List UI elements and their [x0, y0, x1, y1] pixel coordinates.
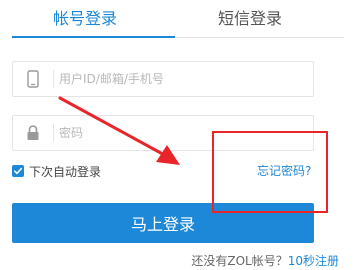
password-field-separator	[53, 124, 54, 142]
register-question: 还没有ZOL帐号？	[191, 254, 288, 268]
username-field-separator	[53, 70, 54, 88]
register-row: 还没有ZOL帐号？10秒注册	[191, 252, 339, 269]
username-field	[12, 61, 314, 97]
phone-icon	[13, 62, 53, 96]
lock-icon	[13, 116, 53, 150]
tab-sms-login-label: 短信登录	[217, 9, 282, 28]
remember-label: 下次自动登录	[29, 164, 102, 179]
tab-account-login-label: 帐号登录	[52, 9, 117, 28]
tab-active-indicator	[12, 36, 175, 38]
login-tabs: 帐号登录 短信登录	[0, 0, 355, 40]
username-input[interactable]	[59, 62, 309, 96]
remember-me-option[interactable]: 下次自动登录	[12, 163, 101, 179]
remember-checkbox[interactable]	[12, 165, 24, 177]
tab-sms-login[interactable]: 短信登录	[195, 0, 305, 40]
register-link[interactable]: 10秒注册	[288, 254, 339, 268]
annotation-highlight-box	[212, 131, 328, 213]
tab-account-login[interactable]: 帐号登录	[30, 0, 140, 40]
check-icon	[14, 167, 23, 175]
